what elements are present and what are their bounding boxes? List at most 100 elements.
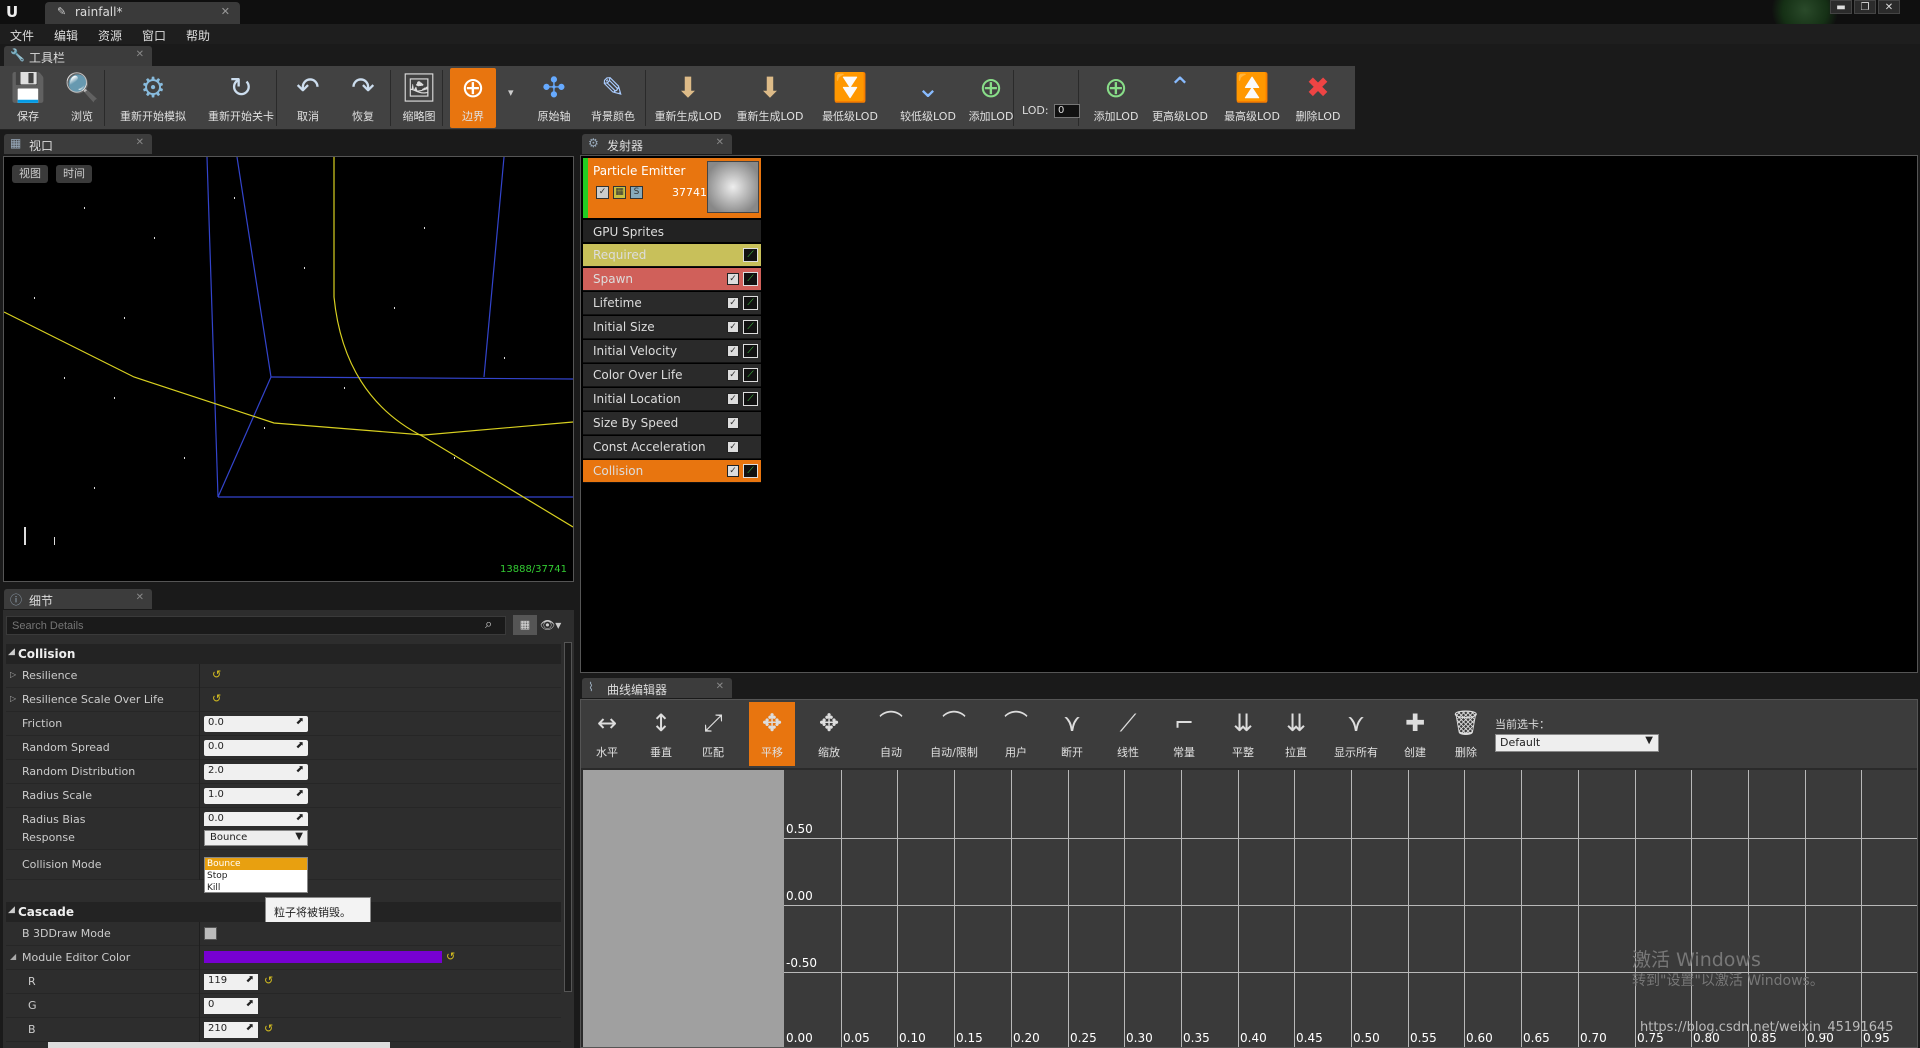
search-details-input[interactable] bbox=[6, 616, 506, 635]
document-tab[interactable]: ✎ rainfall* ✕ bbox=[45, 2, 240, 24]
module-enable-checkbox[interactable]: ✓ bbox=[727, 345, 739, 357]
toolbar-button-14[interactable]: ⊕ 添加LOD bbox=[962, 68, 1020, 128]
toolbar-button-12[interactable]: ⏬ 最低级LOD bbox=[815, 68, 885, 128]
current-tab-select[interactable]: Default ▼ bbox=[1495, 734, 1659, 752]
module-initial-size[interactable]: Initial Size ✓ ⟋ bbox=[583, 316, 761, 339]
g-field[interactable]: 0 ⬈ bbox=[204, 998, 258, 1014]
response-dropdown[interactable]: Bounce ▼ bbox=[204, 830, 308, 846]
curve-button-11[interactable]: ⇊ 平整 bbox=[1219, 702, 1267, 766]
toolbar-button-8[interactable]: ✣ 原始轴 bbox=[530, 68, 578, 128]
curve-graph-icon[interactable]: ⟋ bbox=[743, 368, 758, 382]
time-button[interactable]: 时间 bbox=[56, 165, 92, 183]
emitter-s-icon[interactable]: S bbox=[630, 186, 643, 199]
curve-graph-icon[interactable]: ⟋ bbox=[743, 272, 758, 286]
curve-button-7[interactable]: ⌒ 用户 bbox=[991, 702, 1041, 766]
details-scrollbar[interactable] bbox=[564, 642, 572, 992]
module-const-acceleration[interactable]: Const Acceleration ✓ bbox=[583, 436, 761, 459]
curve-button-9[interactable]: ⟋ 线性 bbox=[1103, 702, 1153, 766]
module-enable-checkbox[interactable]: ✓ bbox=[727, 393, 739, 405]
curve-graph-icon[interactable]: ⟋ bbox=[743, 464, 758, 478]
module-enable-checkbox[interactable]: ✓ bbox=[727, 321, 739, 333]
curve-graph[interactable]: 0.00 0.05 0.10 0.15 0.20 0.25 0.30 0.35 0.40 0.45… bbox=[784, 770, 1917, 1047]
reset-icon[interactable]: ↺ bbox=[264, 974, 273, 987]
toolbar-button-17[interactable]: ⏫ 最高级LOD bbox=[1218, 68, 1286, 128]
emitter-enable-checkbox[interactable]: ✓ bbox=[596, 186, 609, 199]
module-enable-checkbox[interactable]: ✓ bbox=[727, 465, 739, 477]
close-tab-icon[interactable]: ✕ bbox=[136, 49, 144, 60]
close-tab-icon[interactable]: ✕ bbox=[716, 137, 724, 148]
toolbar-button-7[interactable]: ⊕ 边界 bbox=[450, 68, 496, 128]
toolbar-button-1[interactable]: 🔍 浏览 bbox=[58, 68, 106, 128]
curve-button-4[interactable]: ✥ 缩放 bbox=[803, 702, 855, 766]
toolbar-button-6[interactable]: 🖼 缩略图 bbox=[393, 68, 445, 128]
option-bounce[interactable]: Bounce bbox=[205, 858, 307, 870]
tab-details[interactable]: ⓘ 细节 ✕ bbox=[4, 589, 152, 609]
menu-help[interactable]: 帮助 bbox=[186, 27, 210, 44]
module-enable-checkbox[interactable]: ✓ bbox=[727, 417, 739, 429]
toolbar-button-3[interactable]: ↻ 重新开始关卡 bbox=[198, 68, 284, 128]
curve-button-12[interactable]: ⇊ 拉直 bbox=[1271, 702, 1321, 766]
reset-icon[interactable]: ↺ bbox=[264, 1022, 273, 1035]
lod-input[interactable]: 0 bbox=[1054, 104, 1080, 118]
toolbar-button-16[interactable]: ⌃ 更高级LOD bbox=[1146, 68, 1214, 128]
curve-button-5[interactable]: ⌒ 自动 bbox=[863, 702, 919, 766]
curve-button-1[interactable]: ↕ 垂直 bbox=[637, 702, 685, 766]
grid-view-icon[interactable]: ▦ bbox=[513, 615, 537, 635]
color-swatch[interactable] bbox=[204, 951, 442, 963]
value-field[interactable]: 2.0 ⬈ bbox=[204, 764, 308, 780]
curve-graph-icon[interactable]: ⟋ bbox=[743, 248, 758, 262]
menu-window[interactable]: 窗口 bbox=[142, 27, 166, 44]
b-field[interactable]: 210 ⬈ bbox=[204, 1022, 258, 1038]
module-collision[interactable]: Collision ✓ ⟋ bbox=[583, 460, 761, 483]
module-initial-velocity[interactable]: Initial Velocity ✓ ⟋ bbox=[583, 340, 761, 363]
module-required[interactable]: Required ⟋ bbox=[583, 244, 761, 267]
value-field[interactable]: 0.0 ⬈ bbox=[204, 716, 308, 732]
curve-button-0[interactable]: ↔ 水平 bbox=[585, 702, 629, 766]
menu-file[interactable]: 文件 bbox=[10, 27, 34, 44]
toolbar-button-15[interactable]: ⊕ 添加LOD bbox=[1087, 68, 1145, 128]
module-enable-checkbox[interactable]: ✓ bbox=[727, 297, 739, 309]
toolbar-button-13[interactable]: ⌄ 较低级LOD bbox=[893, 68, 963, 128]
toolbar-button-0[interactable]: 💾 保存 bbox=[8, 68, 48, 128]
module-lifetime[interactable]: Lifetime ✓ ⟋ bbox=[583, 292, 761, 315]
toolbar-button-18[interactable]: ✖ 删除LOD bbox=[1290, 68, 1346, 128]
toolbar-button-11[interactable]: ⬇ 重新生成LOD bbox=[730, 68, 810, 128]
search-icon[interactable]: ⌕ bbox=[485, 617, 492, 632]
emitter-solo-icon[interactable]: ▦ bbox=[613, 186, 626, 199]
bounds-dropdown-icon[interactable]: ▾ bbox=[508, 86, 514, 99]
module-enable-checkbox[interactable]: ✓ bbox=[727, 273, 739, 285]
toolbar-button-4[interactable]: ↶ 取消 bbox=[285, 68, 331, 128]
curve-button-14[interactable]: ✚ 创建 bbox=[1393, 702, 1437, 766]
menu-asset[interactable]: 资源 bbox=[98, 27, 122, 44]
module-initial-location[interactable]: Initial Location ✓ ⟋ bbox=[583, 388, 761, 411]
curve-button-8[interactable]: ⋎ 断开 bbox=[1047, 702, 1097, 766]
module-color-over-life[interactable]: Color Over Life ✓ ⟋ bbox=[583, 364, 761, 387]
minimize-button[interactable]: ▬ bbox=[1830, 0, 1852, 14]
maximize-button[interactable]: ❐ bbox=[1854, 0, 1876, 14]
tab-emitter[interactable]: ⚙ 发射器 ✕ bbox=[582, 134, 732, 154]
close-tab-icon[interactable]: ✕ bbox=[221, 5, 230, 18]
curve-graph-icon[interactable]: ⟋ bbox=[743, 344, 758, 358]
expand-icon[interactable]: ▷ bbox=[10, 670, 16, 679]
tab-curve-editor[interactable]: ⌇ 曲线编辑器 ✕ bbox=[582, 678, 732, 698]
curve-graph-icon[interactable]: ⟋ bbox=[743, 392, 758, 406]
close-window-button[interactable]: ✕ bbox=[1878, 0, 1900, 14]
eye-icon[interactable]: 👁▾ bbox=[540, 615, 570, 635]
curve-graph-icon[interactable]: ⟋ bbox=[743, 296, 758, 310]
module-enable-checkbox[interactable]: ✓ bbox=[727, 441, 739, 453]
close-tab-icon[interactable]: ✕ bbox=[716, 681, 724, 692]
curve-button-2[interactable]: ⤢ 匹配 bbox=[689, 702, 737, 766]
menu-edit[interactable]: 编辑 bbox=[54, 27, 78, 44]
viewport-canvas[interactable]: 视图 时间 13888/37741 bbox=[3, 156, 574, 582]
module-spawn[interactable]: Spawn ✓ ⟋ bbox=[583, 268, 761, 291]
curve-button-10[interactable]: ⌐ 常量 bbox=[1159, 702, 1209, 766]
value-field[interactable]: 1.0 ⬈ bbox=[204, 788, 308, 804]
curve-graph-icon[interactable]: ⟋ bbox=[743, 320, 758, 334]
curve-list[interactable] bbox=[583, 770, 784, 1047]
toolbar-button-2[interactable]: ⚙ 重新开始模拟 bbox=[113, 68, 193, 128]
view-button[interactable]: 视图 bbox=[12, 165, 48, 183]
r-field[interactable]: 119 ⬈ bbox=[204, 974, 258, 990]
value-field[interactable]: 0.0 ⬈ bbox=[204, 740, 308, 756]
toolbar-button-9[interactable]: ✎ 背景颜色 bbox=[585, 68, 641, 128]
curve-button-15[interactable]: 🗑 删除 bbox=[1443, 702, 1489, 766]
